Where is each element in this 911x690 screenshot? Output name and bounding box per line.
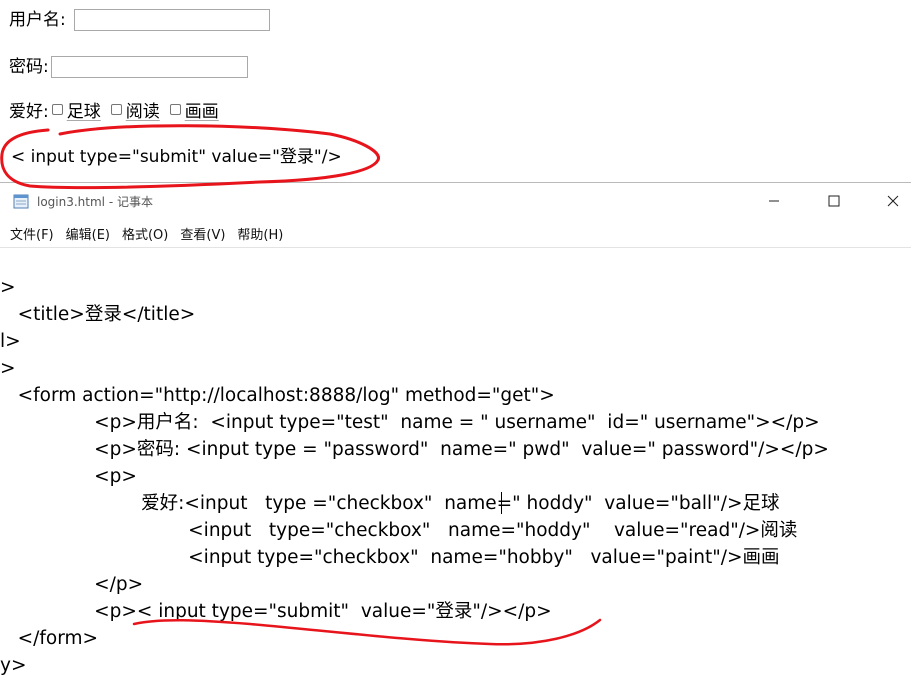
password-row: 密码: bbox=[9, 55, 248, 79]
menu-format[interactable]: 格式(O) bbox=[122, 224, 168, 243]
minimize-icon bbox=[769, 200, 779, 202]
code-line: </form> bbox=[0, 628, 99, 649]
minimize-button[interactable] bbox=[743, 183, 805, 219]
code-line: <input type="checkbox" name="hobby" valu… bbox=[0, 547, 780, 568]
submit-raw-text: < input type="submit" value="登录"/> bbox=[11, 147, 342, 167]
menu-bar: 文件(F) 编辑(E) 格式(O) 查看(V) 帮助(H) bbox=[0, 219, 911, 247]
menu-file[interactable]: 文件(F) bbox=[10, 224, 54, 243]
close-icon bbox=[887, 195, 899, 207]
hobby-label-reading: 阅读 bbox=[125, 102, 160, 122]
maximize-button[interactable] bbox=[803, 183, 865, 219]
close-button[interactable] bbox=[862, 183, 911, 219]
title-bar[interactable]: login3.html - 记事本 bbox=[0, 183, 911, 219]
code-line: y> bbox=[0, 655, 27, 676]
browser-viewport: 用户名: 密码: 爱好: 足球 阅读 画画 < input type="subm… bbox=[0, 0, 911, 182]
code-line: > bbox=[0, 277, 16, 298]
notepad-icon bbox=[13, 194, 29, 209]
window-title: login3.html - 记事本 bbox=[37, 195, 153, 209]
code-content: > <title>登录</title> l> > <form action="h… bbox=[0, 248, 829, 690]
maximize-icon bbox=[828, 195, 840, 207]
hobby-label: 爱好: bbox=[9, 102, 49, 122]
code-line: <p>密码: <input type = "password" name=" p… bbox=[0, 439, 829, 460]
code-line: <title>登录</title> bbox=[0, 304, 196, 325]
code-line: > bbox=[0, 358, 16, 379]
username-row: 用户名: bbox=[9, 8, 270, 32]
hobby-label-painting: 画画 bbox=[184, 102, 219, 122]
code-line: <input type="checkbox" name="hoddy" valu… bbox=[0, 520, 798, 541]
notepad-window: login3.html - 记事本 文件(F) 编辑(E) 格式(O) 查看(V… bbox=[0, 182, 911, 689]
password-label: 密码: bbox=[9, 57, 49, 77]
code-line: l> bbox=[0, 331, 21, 352]
hobby-checkbox-painting[interactable] bbox=[169, 103, 181, 115]
code-line: <form action="http://localhost:8888/log"… bbox=[0, 385, 555, 406]
code-line: <p> bbox=[0, 466, 137, 487]
username-input[interactable] bbox=[73, 9, 270, 31]
text-cursor bbox=[501, 492, 502, 514]
menu-help[interactable]: 帮助(H) bbox=[237, 224, 283, 243]
username-label: 用户名: bbox=[9, 10, 66, 30]
hobby-checkbox-reading[interactable] bbox=[110, 103, 122, 115]
text-editor[interactable]: > <title>登录</title> l> > <form action="h… bbox=[0, 247, 911, 690]
password-input[interactable] bbox=[50, 56, 248, 78]
code-line: <p>< input type="submit" value="登录"/></p… bbox=[0, 601, 552, 622]
code-line: <p>用户名: <input type="test" name = " user… bbox=[0, 412, 820, 433]
hobby-checkbox-football[interactable] bbox=[51, 103, 63, 115]
hobby-label-football: 足球 bbox=[66, 102, 101, 122]
hobby-row: 爱好: 足球 阅读 画画 bbox=[9, 100, 226, 124]
menu-view[interactable]: 查看(V) bbox=[180, 224, 225, 243]
code-line: </p> bbox=[0, 574, 144, 595]
code-line: 爱好:<input type ="checkbox" name=" hoddy"… bbox=[0, 493, 780, 514]
menu-edit[interactable]: 编辑(E) bbox=[66, 224, 110, 243]
